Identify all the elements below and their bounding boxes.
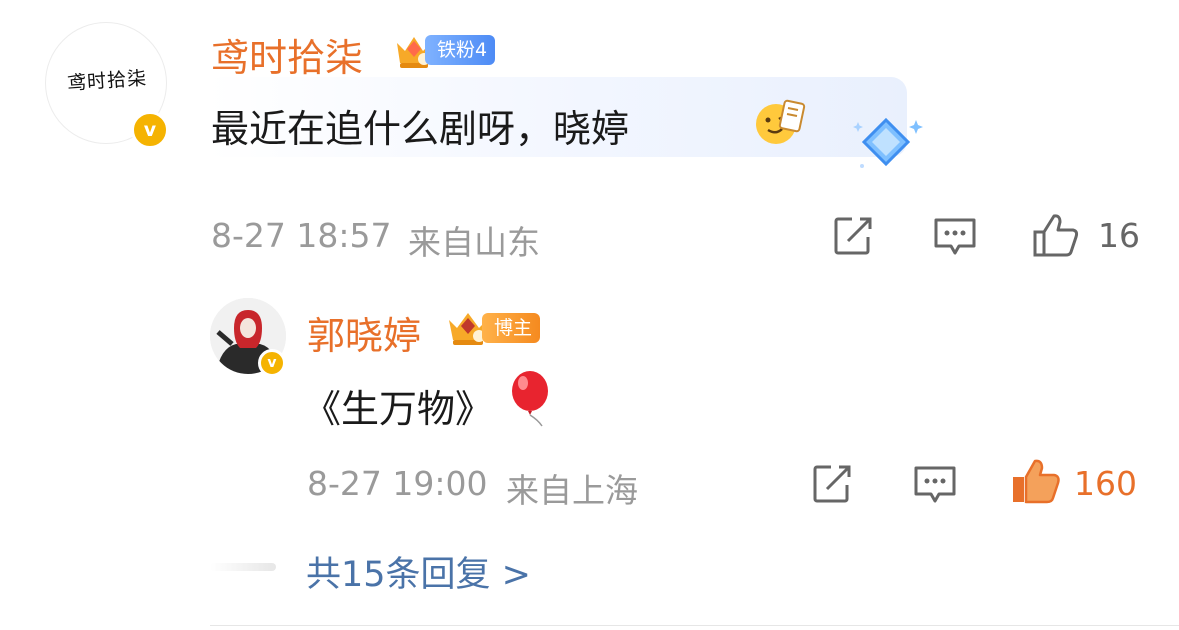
avatar-calligraphy: 鸢时拾柒	[66, 67, 148, 95]
diamond-icon	[853, 117, 923, 168]
comment-icon[interactable]	[913, 465, 957, 505]
emoji-face-icon	[756, 99, 806, 144]
balloon-icon	[512, 371, 548, 427]
like-icon[interactable]	[1032, 212, 1080, 258]
comment-text: 最近在追什么剧呀，晓婷	[211, 107, 630, 151]
fan-badge[interactable]: 铁粉4	[425, 35, 496, 65]
comment-icon[interactable]	[933, 217, 977, 257]
share-icon[interactable]	[832, 215, 874, 257]
reply-text: 《生万物》	[303, 387, 494, 431]
owner-badge[interactable]: 博主	[482, 313, 541, 343]
divider	[210, 625, 1179, 626]
reply-location: 来自上海	[506, 471, 638, 510]
verified-icon: v	[131, 111, 169, 149]
more-replies-link[interactable]: 共15条回复 >	[306, 546, 531, 597]
share-icon[interactable]	[811, 463, 853, 505]
reply-timestamp: 8-27 19:00	[307, 464, 488, 503]
commenter-name[interactable]: 鸢时拾柒	[211, 27, 363, 82]
liked-icon[interactable]	[1011, 458, 1061, 504]
replier-name[interactable]: 郭晓婷	[307, 305, 421, 360]
verified-icon: v	[258, 349, 286, 377]
comment-timestamp: 8-27 18:57	[211, 216, 392, 255]
reply-like-count: 160	[1074, 464, 1137, 503]
reply-thread-line	[210, 563, 276, 571]
comment-like-count: 16	[1098, 216, 1140, 255]
comment-location: 来自山东	[408, 223, 540, 262]
